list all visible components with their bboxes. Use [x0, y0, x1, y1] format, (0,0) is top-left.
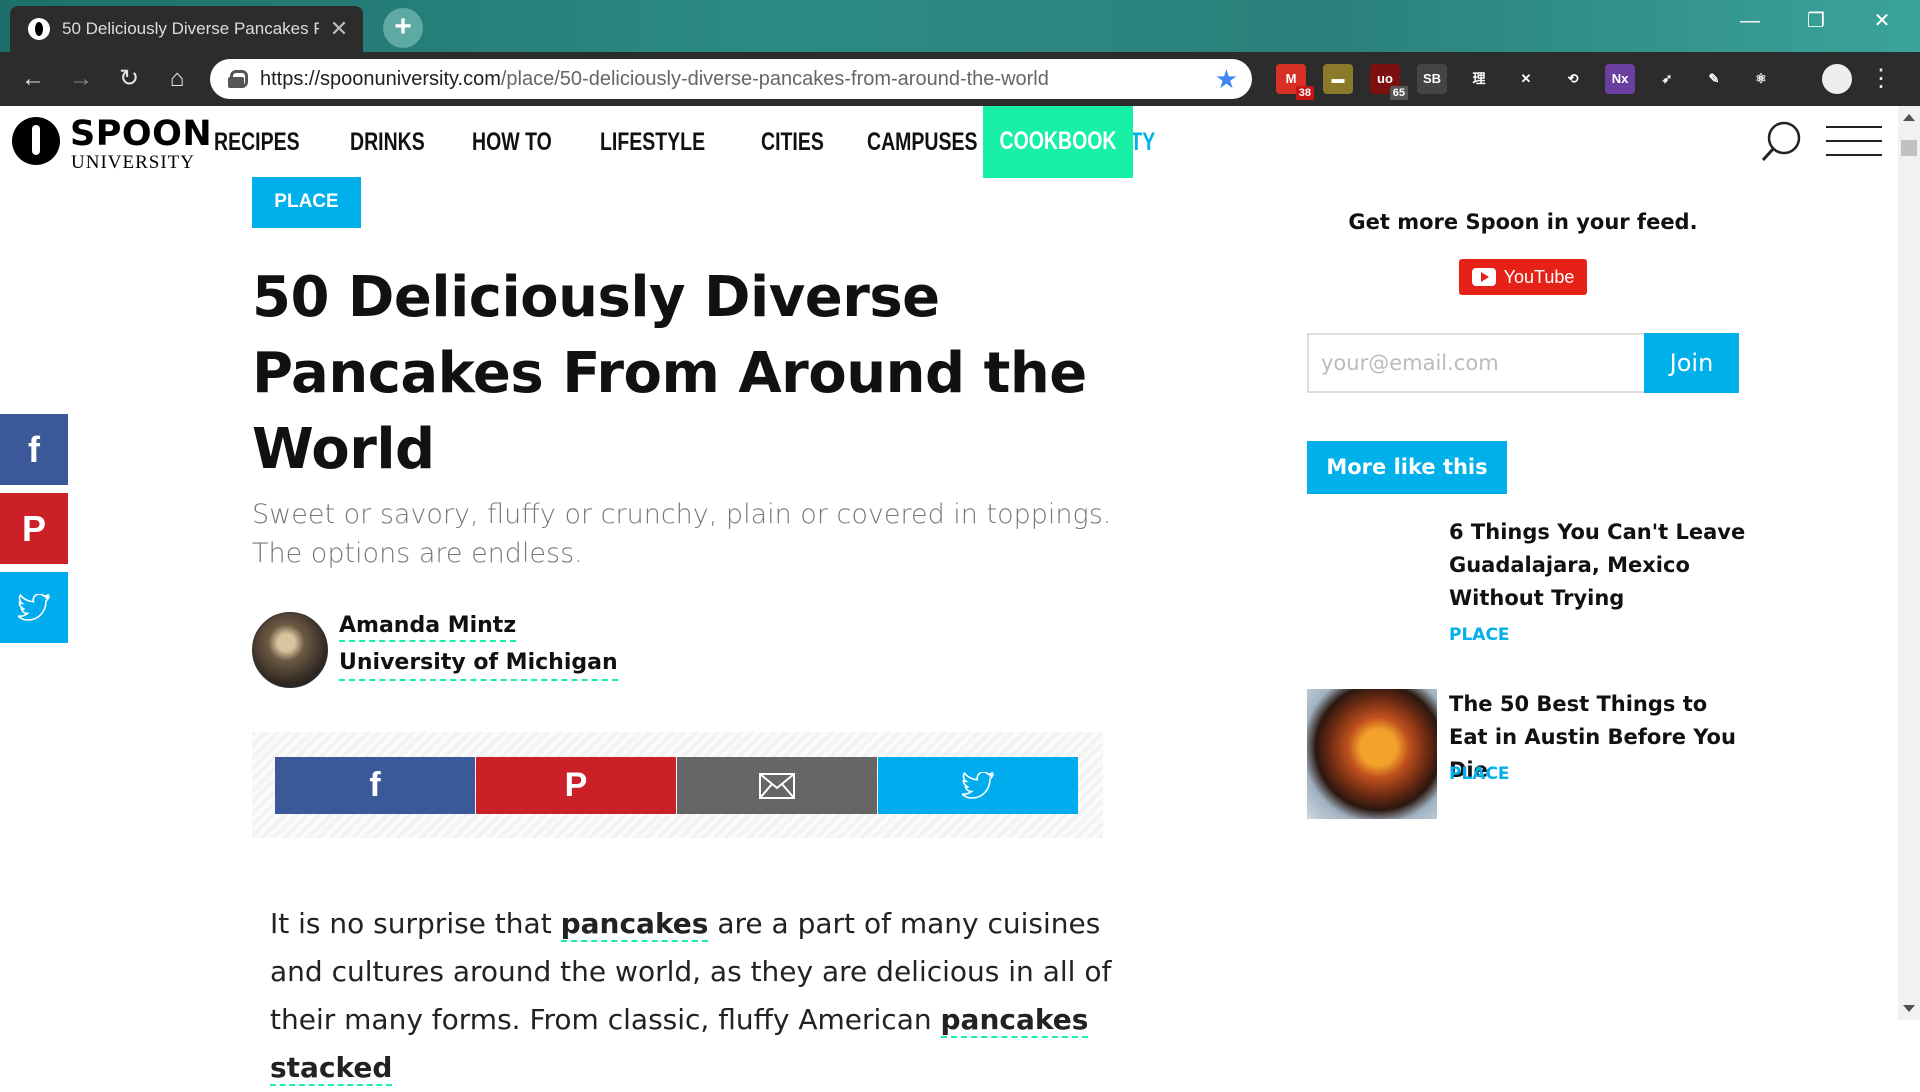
nav-drinks[interactable]: DRINKS [350, 128, 425, 157]
scroll-up-icon[interactable] [1903, 114, 1915, 121]
bird-icon[interactable]: ➶ [1652, 64, 1682, 94]
article-body: It is no surprise that pancakes are a pa… [270, 900, 1120, 1092]
sync-icon[interactable]: ⟲ [1558, 64, 1588, 94]
tab-title: 50 Deliciously Diverse Pancakes F [62, 19, 319, 38]
logo-spoon[interactable]: SPOON [70, 114, 212, 154]
author-name[interactable]: Amanda Mintz [339, 613, 517, 642]
home-icon[interactable]: ⌂ [158, 60, 196, 98]
extension-badge: 38 [1295, 86, 1314, 100]
nav-cookbook[interactable]: COOKBOOK [983, 106, 1133, 178]
url-path: /place/50-deliciously-diverse-pancakes-f… [500, 67, 1049, 90]
side-pinterest-icon[interactable]: P [0, 493, 68, 564]
react-icon[interactable]: ⚛ [1746, 64, 1776, 94]
pen-icon[interactable]: ✎ [1699, 64, 1729, 94]
nx-icon[interactable]: Nx [1605, 64, 1635, 94]
related-tag-2[interactable]: PLACE [1449, 764, 1510, 784]
hamburger-menu-icon[interactable] [1826, 122, 1882, 162]
dictionary-icon[interactable]: 理 [1464, 64, 1494, 94]
url-host: https://spoonuniversity.com [260, 67, 501, 90]
facebook-icon: f [369, 766, 381, 804]
logo-university[interactable]: UNIVERSITY [71, 152, 195, 174]
scroll-down-icon[interactable] [1903, 1005, 1915, 1012]
new-tab-button[interactable]: + [383, 8, 423, 48]
side-twitter-icon[interactable] [0, 572, 68, 643]
minimize-button[interactable]: — [1722, 0, 1778, 42]
author-avatar[interactable] [252, 612, 328, 688]
share-pinterest-button[interactable]: P [476, 757, 676, 814]
restore-button[interactable]: ❐ [1788, 0, 1844, 42]
browser-tab[interactable]: 50 Deliciously Diverse Pancakes F ✕ [10, 6, 363, 52]
feed-title: Get more Spoon in your feed. [1348, 210, 1698, 234]
search-icon[interactable] [1760, 120, 1804, 164]
side-facebook-icon[interactable]: f [0, 414, 68, 485]
share-twitter-button[interactable] [878, 757, 1078, 814]
back-icon[interactable]: ← [14, 60, 52, 98]
tab-close-icon[interactable]: ✕ [329, 16, 349, 42]
url-text[interactable]: https://spoonuniversity.com/place/50-del… [260, 68, 1215, 91]
article-dek: Sweet or savory, fluffy or crunchy, plai… [252, 499, 1112, 569]
sb-icon[interactable]: SB [1417, 64, 1447, 94]
forward-icon[interactable]: → [62, 60, 100, 98]
pinterest-icon: P [564, 766, 588, 804]
note-icon[interactable]: ▬ [1323, 64, 1353, 94]
category-tag[interactable]: PLACE [252, 177, 361, 228]
bookmark-star-icon[interactable]: ★ [1215, 64, 1238, 95]
profile-avatar[interactable] [1822, 64, 1852, 94]
gmail-icon[interactable]: M 38 [1276, 64, 1314, 100]
pancakes-link[interactable]: pancakes [560, 907, 709, 942]
nav-lifestyle[interactable]: LIFESTYLE [600, 128, 705, 157]
nav-recipes[interactable]: RECIPES [214, 128, 300, 157]
extension-badge: 65 [1389, 86, 1408, 100]
twitter-bird-icon [18, 593, 50, 621]
youtube-play-icon [1471, 268, 1496, 286]
nav-how-to[interactable]: HOW TO [472, 128, 552, 157]
article-headline: 50 Deliciously Diverse Pancakes From Aro… [252, 265, 1087, 482]
body-text-start: It is no surprise that [270, 907, 552, 940]
twitter-icon [962, 771, 994, 799]
cookbook-label: COOKBOOK [999, 127, 1117, 155]
browser-toolbar: ← → ↻ ⌂ https://spoonuniversity.com/plac… [0, 52, 1920, 106]
ublock-icon[interactable]: uo 65 [1370, 64, 1408, 100]
youtube-label: YouTube [1503, 266, 1575, 287]
more-like-this-heading: More like this [1307, 441, 1507, 494]
email-input[interactable]: your@email.com [1307, 333, 1645, 393]
site-header: SPOON UNIVERSITY RECIPES DRINKS HOW TO L… [0, 106, 1898, 178]
share-bar: f P [252, 732, 1103, 838]
spoon-favicon-icon [28, 18, 50, 40]
chrome-menu-icon[interactable]: ⋮ [1862, 60, 1900, 98]
youtube-button[interactable]: YouTube [1459, 259, 1587, 295]
related-title-1[interactable]: 6 Things You Can't Leave Guadalajara, Me… [1449, 516, 1749, 615]
nav-cities[interactable]: CITIES [761, 128, 824, 157]
address-bar[interactable]: https://spoonuniversity.com/place/50-del… [210, 59, 1252, 99]
lock-icon [228, 70, 248, 88]
join-button[interactable]: Join [1644, 333, 1739, 393]
x-icon[interactable]: ✕ [1511, 64, 1541, 94]
share-email-button[interactable] [677, 757, 877, 814]
page-scrollbar[interactable] [1898, 106, 1920, 1020]
scroll-thumb[interactable] [1901, 140, 1917, 156]
close-window-button[interactable]: ✕ [1854, 0, 1910, 42]
reload-icon[interactable]: ↻ [110, 60, 148, 98]
author-school[interactable]: University of Michigan [339, 650, 618, 681]
related-tag-1[interactable]: PLACE [1449, 625, 1510, 645]
spoon-logo-icon[interactable] [12, 117, 60, 165]
share-facebook-button[interactable]: f [275, 757, 475, 814]
related-image-2[interactable] [1307, 689, 1437, 819]
envelope-icon [759, 772, 795, 799]
nav-campuses[interactable]: CAMPUSES [867, 128, 978, 157]
browser-titlebar: 50 Deliciously Diverse Pancakes F ✕ + — … [0, 0, 1920, 52]
